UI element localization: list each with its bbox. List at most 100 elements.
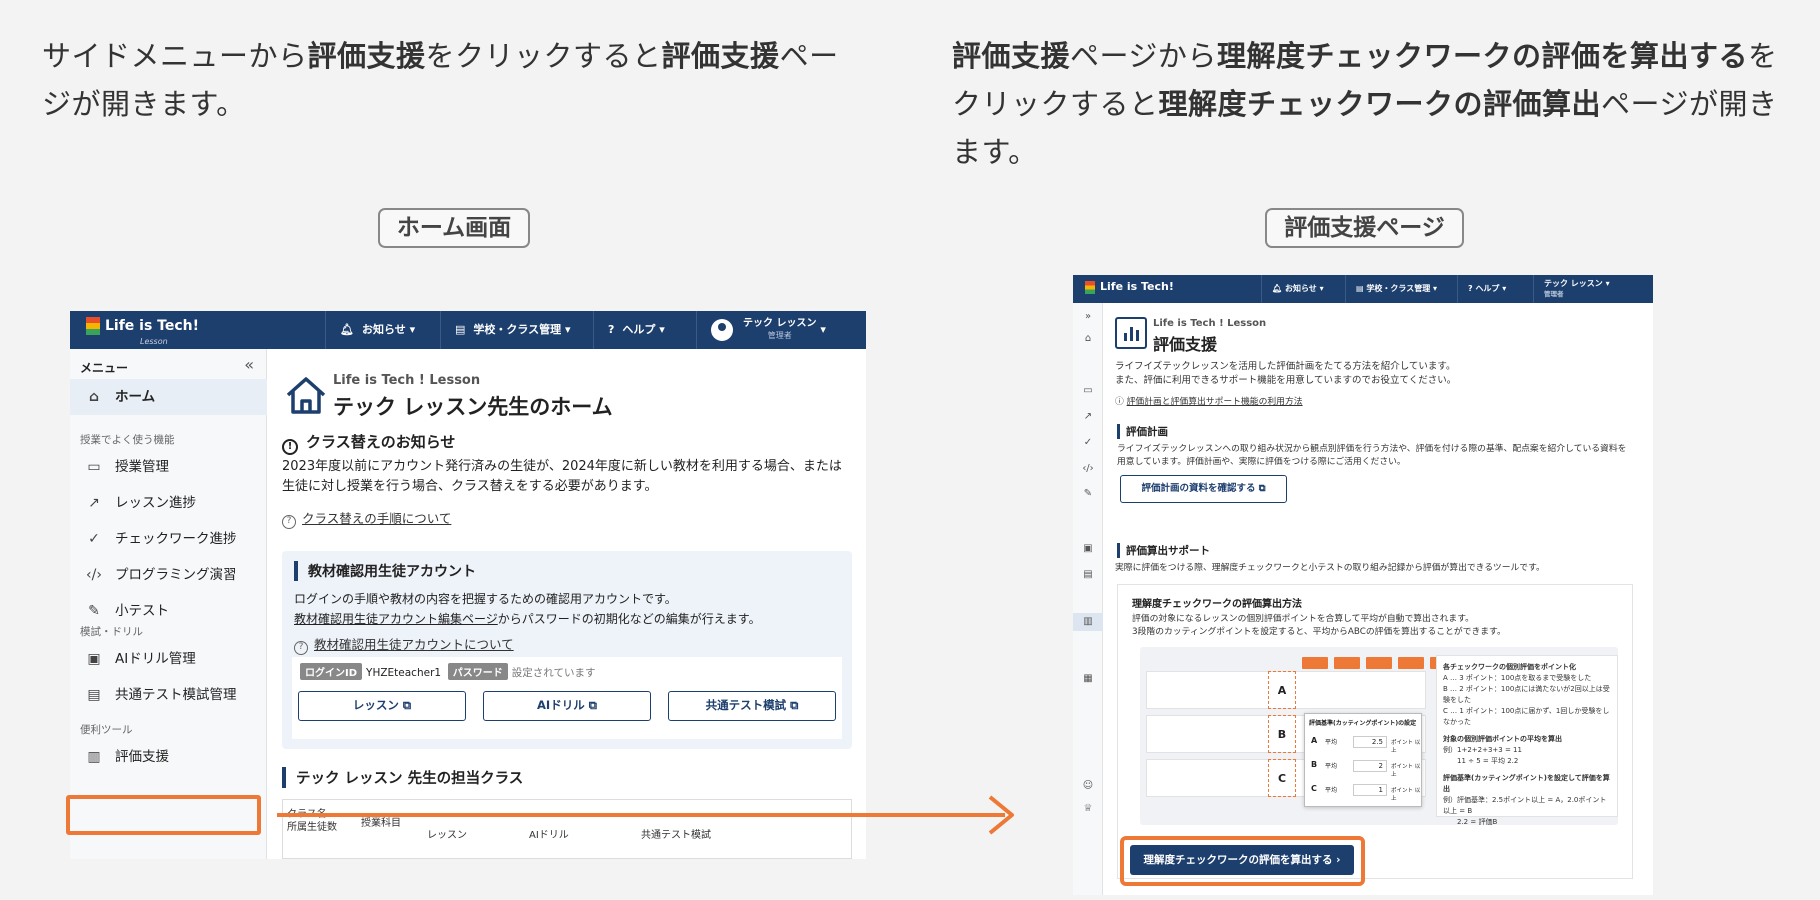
note-example1: 例）1+2+2+3+3 = 11 bbox=[1443, 746, 1522, 754]
school-class-menu[interactable]: ▤ 学校・クラス管理 ▾ bbox=[1345, 275, 1457, 303]
sidebar-item-eval[interactable]: ▥ 評価支援 bbox=[70, 739, 267, 775]
sidebar-item-code[interactable]: ‹/› プログラミング演習 bbox=[70, 557, 267, 593]
eval-help-link[interactable]: 評価計画と評価算出サポート機能の利用方法 bbox=[1127, 397, 1303, 407]
home-icon[interactable]: ⌂ bbox=[1073, 333, 1103, 344]
school-label: 学校・クラス管理 bbox=[473, 323, 562, 336]
sidebar-item-label: 評価支援 bbox=[115, 749, 169, 765]
trophy-icon[interactable]: ♕ bbox=[1073, 803, 1103, 814]
exclamation-icon: ! bbox=[282, 439, 298, 455]
calc-method-heading: 理解度チェックワークの評価算出方法 bbox=[1132, 599, 1302, 610]
logo-text: Life is Tech! bbox=[1100, 280, 1174, 293]
cutting-point-input[interactable]: 2 bbox=[1353, 760, 1387, 772]
popup-grade: C bbox=[1311, 784, 1317, 793]
expand-icon[interactable]: » bbox=[1073, 311, 1103, 322]
news-menu[interactable]: 🔔︎ お知らせ ▾ bbox=[1261, 275, 1345, 303]
note-example4: 2.2 = 評価B bbox=[1457, 818, 1498, 826]
exam-icon[interactable]: ▤ bbox=[1073, 569, 1103, 580]
chart-icon[interactable]: ▥ bbox=[1073, 613, 1103, 631]
drill-icon[interactable]: ▣ bbox=[1073, 543, 1103, 554]
sidebar-item-exam[interactable]: ▤ 共通テスト模試管理 bbox=[70, 677, 267, 713]
sidebar-item-label: ホーム bbox=[115, 389, 156, 405]
sidebar-item-check-circle[interactable]: ✓ チェックワーク進捗 bbox=[70, 521, 267, 557]
open-lesson-button[interactable]: レッスン ⧉ bbox=[298, 691, 466, 721]
caret-down-icon: ▾ bbox=[565, 323, 571, 336]
drill-icon: ▣ bbox=[87, 651, 101, 667]
popup-unit: ポイント 以上 bbox=[1391, 740, 1421, 754]
trend-icon: ↗ bbox=[88, 495, 100, 511]
trend-icon[interactable]: ↗ bbox=[1073, 411, 1103, 422]
account-edit-link[interactable]: 教材確認用生徒アカウント編集ページ bbox=[294, 612, 498, 626]
menu-heading: メニュー bbox=[80, 361, 129, 375]
desc-line1: ライフイズテックレッスンを活用した評価計画をたてる方法を紹介しています。 bbox=[1115, 361, 1456, 372]
help-menu[interactable]: ? ヘルプ ▾ bbox=[1457, 275, 1533, 303]
plan-doc-button[interactable]: 評価計画の資料を確認する ⧉ bbox=[1120, 475, 1287, 503]
calc-text1: 評価の対象になるレッスンの個別評価ポイントを合算して平均が自動で算出されます。 bbox=[1132, 614, 1474, 624]
chapter-header bbox=[1398, 657, 1424, 669]
check-circle-icon[interactable]: ✓ bbox=[1073, 437, 1103, 448]
account-help[interactable]: ? 教材確認用生徒アカウントについて bbox=[294, 634, 514, 655]
exam-icon: ▤ bbox=[87, 687, 101, 703]
account-text-line2: 教材確認用生徒アカウント編集ページからパスワードの初期化などの編集が行えます。 bbox=[294, 609, 761, 629]
chart-icon: ▥ bbox=[87, 749, 101, 765]
popup-grade: B bbox=[1311, 760, 1318, 769]
open-ai-drill-button[interactable]: AIドリル ⧉ bbox=[483, 691, 651, 721]
col-subject: 授業科目 bbox=[361, 818, 401, 829]
question-icon: ⓘ bbox=[1115, 397, 1124, 407]
note-line3: C … 1 ポイント：100点に届かず、1回しか受験をしなかった bbox=[1443, 707, 1610, 726]
account-help-link[interactable]: 教材確認用生徒アカウントについて bbox=[314, 637, 514, 652]
logo[interactable]: Life is Tech! bbox=[86, 317, 199, 335]
check-circle-icon: ✓ bbox=[88, 531, 100, 547]
help-icon: ? bbox=[608, 323, 615, 336]
cutting-point-input[interactable]: 1 bbox=[1353, 784, 1387, 796]
page-description: ライフイズテックレッスンを活用した評価計画をたてる方法を紹介しています。 また、評… bbox=[1115, 360, 1635, 388]
password-status: 設定されています bbox=[511, 667, 596, 679]
popup-avg-label: 平均 bbox=[1325, 787, 1338, 794]
calc-highlight-box bbox=[1120, 836, 1365, 886]
caption-left-segment: 評価支援 bbox=[307, 39, 426, 73]
bell-icon: 🔔︎ bbox=[1272, 284, 1283, 293]
sidebar-item-drill[interactable]: ▣ AIドリル管理 bbox=[70, 641, 267, 677]
smile-icon[interactable]: ☺ bbox=[1073, 780, 1103, 791]
collapse-icon[interactable]: « bbox=[244, 355, 254, 374]
col-lesson: レッスン bbox=[427, 830, 467, 841]
note-heading1: 各チェックワークの個別評価をポイント化 bbox=[1443, 663, 1576, 671]
help-label: ヘルプ bbox=[622, 323, 656, 336]
cutting-point-input[interactable]: 2.5 bbox=[1353, 736, 1387, 748]
news-menu[interactable]: 🔔︎ お知らせ ▾ bbox=[325, 311, 440, 349]
sidebar-item-trend[interactable]: ↗ レッスン進捗 bbox=[70, 485, 267, 521]
logo[interactable]: Life is Tech! bbox=[1085, 280, 1174, 294]
external-link-icon: ⧉ bbox=[402, 698, 412, 712]
class-change-link[interactable]: クラス替えの手順について bbox=[302, 511, 451, 526]
page-title: テック レッスン先生のホーム bbox=[333, 395, 613, 419]
doc-icon[interactable]: ▦ bbox=[1073, 673, 1103, 684]
home-large-icon bbox=[286, 377, 326, 414]
school-class-menu[interactable]: ▤ 学校・クラス管理 ▾ bbox=[440, 311, 593, 349]
sidebar-item-label: 小テスト bbox=[115, 603, 169, 619]
popup-grade: A bbox=[1311, 736, 1318, 745]
user-menu[interactable]: テック レッスン ▾ 管理者 bbox=[1533, 275, 1653, 303]
code-icon[interactable]: ‹/› bbox=[1073, 463, 1103, 474]
calc-illustration: ABC 評価基準(カッティングポイント)の設定 A 平均 2.5 ポイント 以上 B 平均… bbox=[1140, 647, 1618, 826]
plan-text: ライフイズテックレッスンへの取り組み状況から観点別評価を行う方法や、評価を付ける… bbox=[1117, 444, 1627, 467]
code-icon: ‹/› bbox=[86, 567, 102, 583]
eval-help[interactable]: ⓘ 評価計画と評価算出サポート機能の利用方法 bbox=[1115, 396, 1303, 409]
sidebar-item-monitor[interactable]: ▭ 授業管理 bbox=[70, 449, 267, 485]
monitor-icon[interactable]: ▭ bbox=[1073, 385, 1103, 396]
chapter-header bbox=[1366, 657, 1392, 669]
class-change-help[interactable]: ? クラス替えの手順について bbox=[282, 508, 451, 529]
col-ai-drill: AIドリル bbox=[529, 830, 569, 841]
caption-right-segment: 評価支援 bbox=[952, 39, 1071, 73]
help-menu[interactable]: ? ヘルプ ▾ bbox=[593, 311, 696, 349]
open-exam-button[interactable]: 共通テスト模試 ⧉ bbox=[668, 691, 836, 721]
external-link-icon: ⧉ bbox=[790, 698, 799, 712]
account-box: 教材確認用生徒アカウント ログインの手順や教材の内容を把握するための確認用アカウ… bbox=[282, 551, 852, 749]
grade-cell: B bbox=[1268, 715, 1296, 753]
sidebar-item-label: チェックワーク進捗 bbox=[115, 531, 237, 547]
sidebar-item-home[interactable]: ⌂ ホーム bbox=[70, 379, 267, 415]
help-icon: ? bbox=[1468, 284, 1473, 293]
home-main: Life is Tech ! Lesson テック レッスン先生のホーム ! クラ… bbox=[267, 349, 866, 859]
plan-doc-label: 評価計画の資料を確認する bbox=[1141, 483, 1256, 494]
eval-topbar: Life is Tech! 🔔︎ お知らせ ▾ ▤ 学校・クラス管理 ▾ ? ヘ… bbox=[1073, 275, 1653, 303]
user-menu[interactable]: テック レッスン 管理者 ▾ bbox=[696, 311, 866, 349]
pen-icon[interactable]: ✎ bbox=[1073, 488, 1103, 499]
